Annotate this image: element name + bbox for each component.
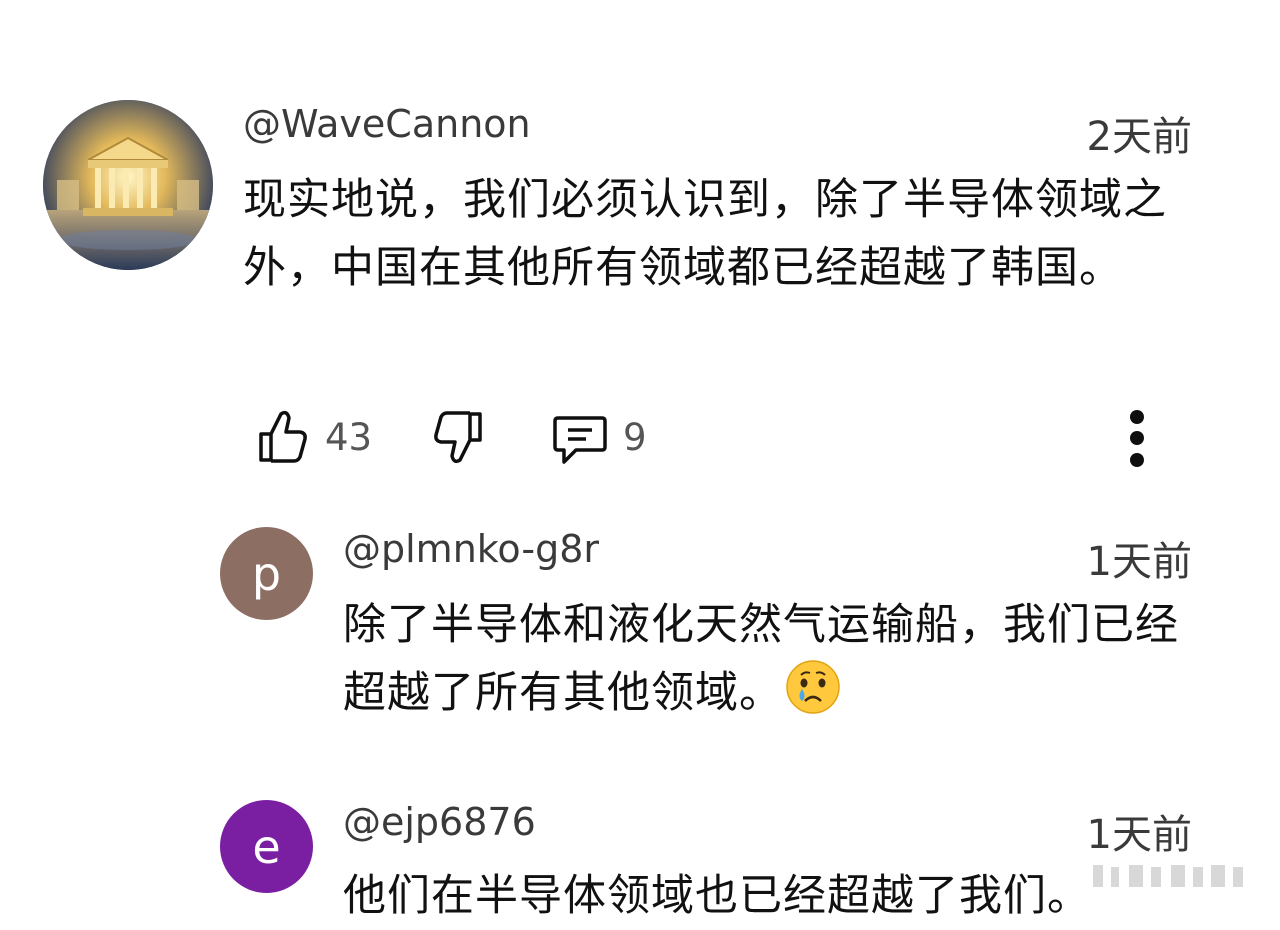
avatar-letter: p <box>251 546 282 601</box>
thumbs-down-icon <box>434 411 482 464</box>
comment-author[interactable]: @ejp6876 <box>343 800 536 844</box>
dislike-button[interactable] <box>430 408 486 470</box>
avatar-letter: e <box>252 819 281 874</box>
comment-text: 除了半导体和液化天然气运输船，我们已经超越了所有其他领域。 <box>343 591 1203 735</box>
more-vert-icon-dot <box>1130 453 1144 467</box>
more-vert-icon-dot <box>1130 431 1144 445</box>
comment-text: 现实地说，我们必须认识到，除了半导体领域之外，中国在其他所有领域都已经超越了韩国… <box>243 175 1167 293</box>
avatar[interactable]: e <box>220 800 313 893</box>
temple-image <box>43 100 213 270</box>
comment-action-bar: 43 9 <box>255 408 1205 470</box>
comment-timestamp[interactable]: 1天前 <box>1087 529 1192 587</box>
like-count: 43 <box>325 416 373 459</box>
reply-button[interactable] <box>552 412 608 470</box>
like-button[interactable] <box>255 408 311 470</box>
comment-timestamp[interactable]: 1天前 <box>1087 802 1192 860</box>
more-options-button[interactable] <box>1122 408 1152 468</box>
reply-count: 9 <box>623 416 647 459</box>
crying-face-icon <box>785 659 841 735</box>
reply-comment: p @plmnko-g8r 1天前 除了半导体和液化天然气运输船，我们已经超越了… <box>0 527 1280 727</box>
thumbs-up-icon <box>259 410 307 463</box>
comment-author[interactable]: @plmnko-g8r <box>343 527 599 571</box>
avatar[interactable] <box>43 100 213 270</box>
comment-timestamp[interactable]: 2天前 <box>1087 104 1192 162</box>
comment-text-body: 除了半导体和液化天然气运输船，我们已经超越了所有其他领域。 <box>343 600 1179 718</box>
avatar[interactable]: p <box>220 527 313 620</box>
comment-bubble-icon <box>553 416 607 464</box>
comment-author[interactable]: @WaveCannon <box>243 102 531 146</box>
watermark <box>1085 855 1260 895</box>
more-vert-icon <box>1130 410 1144 424</box>
